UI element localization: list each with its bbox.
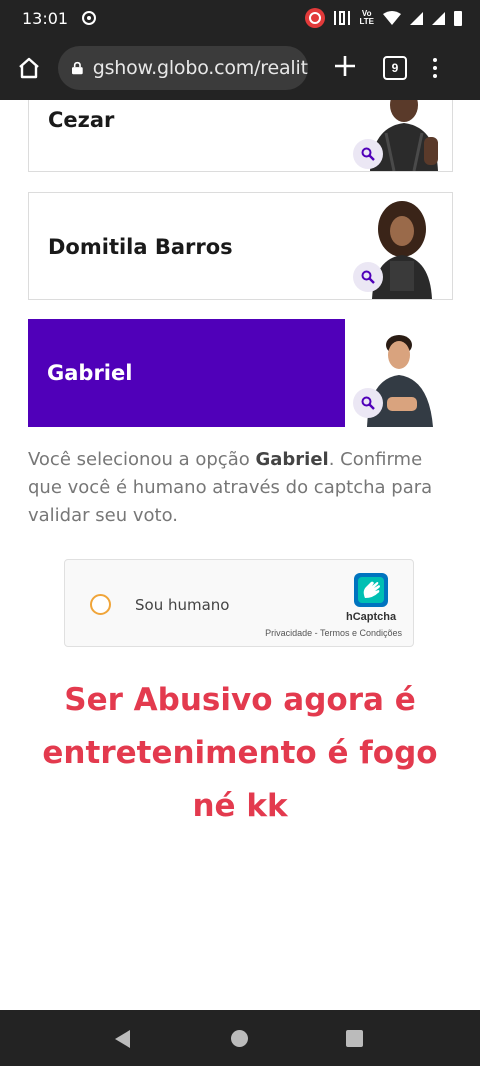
status-time: 13:01 (22, 8, 69, 28)
menu-dot-icon (433, 58, 437, 62)
browser-toolbar: gshow.globo.com/realities 9 (0, 36, 480, 100)
captcha-links[interactable]: Privacidade - Termos e Condições (265, 628, 402, 638)
overflow-menu-button[interactable] (429, 58, 441, 78)
candidate-name: Cezar (48, 108, 115, 132)
hcaptcha-brand: hCaptcha (346, 611, 397, 623)
location-target-icon (82, 11, 97, 25)
url-text: gshow.globo.com/realities (92, 57, 308, 79)
zoom-photo-button[interactable] (353, 388, 383, 418)
candidate-card-gabriel[interactable]: Gabriel (28, 319, 453, 427)
menu-dot-icon (433, 66, 437, 70)
tab-count: 9 (391, 61, 399, 75)
battery-icon (454, 10, 462, 26)
confirmation-prefix: Você selecionou a opção (28, 449, 256, 470)
home-button[interactable] (14, 53, 44, 83)
status-right-icons: Vo LTE (305, 8, 462, 28)
volte-bottom-label: LTE (359, 17, 374, 26)
signal-icon-2 (432, 11, 445, 25)
candidate-name: Domitila Barros (48, 235, 233, 259)
home-icon (19, 57, 39, 79)
candidate-card-domitila[interactable]: Domitila Barros (28, 192, 453, 300)
magnifier-icon (361, 396, 375, 410)
new-tab-button[interactable] (330, 53, 360, 83)
screen-record-icon (305, 8, 326, 28)
candidate-name: Gabriel (47, 361, 133, 385)
vibrate-icon (334, 11, 351, 25)
selected-option: Gabriel (255, 449, 329, 470)
hcaptcha-widget: Sou humano hCaptcha Privacidade - Termos… (64, 559, 414, 647)
zoom-photo-button[interactable] (353, 262, 383, 292)
candidate-card-cezar[interactable]: Cezar (28, 100, 453, 172)
caption-line-3: né kk (192, 788, 288, 824)
captcha-checkbox[interactable] (90, 594, 111, 615)
page-content: Cezar Domitila Barros Gabriel Você selec… (0, 100, 480, 1010)
captcha-checkbox-label[interactable]: Sou humano (135, 596, 229, 614)
address-bar[interactable]: gshow.globo.com/realities (58, 46, 308, 90)
caption-line-1: Ser Abusivo agora é (64, 682, 416, 718)
overlay-caption: Ser Abusivo agora é entretenimento é fog… (0, 674, 480, 833)
volte-icon: Vo LTE (359, 10, 374, 26)
caption-line-2: entretenimento é fogo (42, 735, 438, 771)
menu-dot-icon (433, 74, 437, 78)
wifi-icon (383, 11, 401, 25)
zoom-photo-button[interactable] (353, 139, 383, 169)
status-bar: 13:01 Vo LTE (0, 0, 480, 36)
signal-icon-1 (410, 11, 423, 25)
magnifier-icon (361, 147, 375, 161)
system-nav-bar (0, 1010, 480, 1066)
back-icon[interactable] (115, 1030, 130, 1048)
hcaptcha-logo-icon (354, 573, 388, 607)
magnifier-icon (361, 270, 375, 284)
plus-icon (335, 56, 355, 76)
home-circle-icon[interactable] (231, 1030, 248, 1047)
vote-confirmation-text: Você selecionou a opção Gabriel. Confirm… (28, 446, 458, 530)
tab-switcher-button[interactable]: 9 (383, 56, 407, 80)
recent-apps-icon[interactable] (346, 1030, 363, 1047)
lock-icon (72, 61, 83, 75)
status-left-icons (82, 11, 97, 25)
